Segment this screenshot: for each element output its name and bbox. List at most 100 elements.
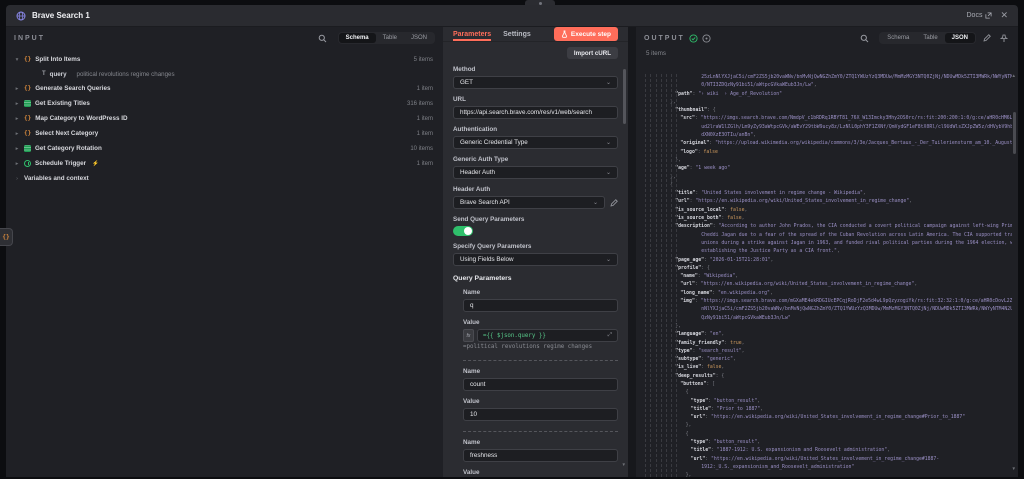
- import-curl-button[interactable]: Import cURL: [566, 47, 618, 59]
- output-search-icon[interactable]: [858, 32, 870, 44]
- generic-auth-type-select[interactable]: Header Auth ⌄: [453, 166, 618, 179]
- method-select[interactable]: GET ⌄: [453, 76, 618, 89]
- input-tree-field[interactable]: Tquery political revolutions regime chang…: [14, 67, 435, 81]
- output-code-line: unions during a strike against Jagan in …: [701, 240, 1012, 246]
- output-code-line: "title": "1887-1912: U.S. expansionism a…: [690, 448, 891, 454]
- output-code-line: },: [670, 99, 676, 105]
- param2-value-label: Value: [463, 398, 480, 405]
- output-code-line: "family_friendly": true,: [675, 340, 745, 346]
- output-panel-header: OUTPUT Schema Table JSON: [636, 27, 1018, 48]
- param2-name-value: count: [470, 381, 486, 388]
- send-query-params-label: Send Query Parameters: [453, 216, 525, 223]
- output-code-line: dXN0XzE3OTIu/anBn",: [701, 133, 757, 139]
- expression-preview: =political revolutions regime changes: [463, 344, 593, 350]
- output-code-line: },: [685, 423, 692, 429]
- chevron-down-icon[interactable]: ▾: [14, 57, 20, 63]
- scroll-up-icon[interactable]: ▲: [1012, 73, 1016, 79]
- run-info-icon[interactable]: [702, 33, 711, 43]
- credential-select[interactable]: Brave Search API ⌄: [453, 196, 605, 209]
- indent-guide: [666, 74, 667, 477]
- send-query-params-toggle[interactable]: [453, 226, 473, 236]
- output-mode-table[interactable]: Table: [916, 33, 944, 43]
- expression-toggle[interactable]: fx: [463, 329, 474, 342]
- chevron-right-icon[interactable]: ▸: [14, 101, 20, 107]
- input-tree-node[interactable]: ▸ Schedule Trigger ⚡ 1 item: [14, 156, 435, 171]
- docs-link[interactable]: Docs: [967, 12, 993, 19]
- edit-output-icon[interactable]: [981, 32, 993, 44]
- scroll-down-icon[interactable]: ▼: [1012, 466, 1016, 472]
- output-code-line: "url": "https://en.wikipedia.org/wiki/Un…: [690, 456, 940, 462]
- pin-data-icon[interactable]: [998, 32, 1010, 44]
- output-code-line: },: [685, 473, 692, 477]
- node-detail-view: Brave Search 1 Docs ✕ INPUT Schema Table…: [0, 0, 1024, 479]
- chevron-right-icon[interactable]: ▸: [14, 86, 20, 92]
- output-code-line: "src": "https://imgs.search.brave.com/Nm…: [680, 116, 1012, 122]
- input-tree-node[interactable]: ▸ {} Map Category to WordPress ID 1 item: [14, 111, 435, 126]
- input-search-icon[interactable]: [317, 32, 329, 44]
- param1-value-input[interactable]: ={{ $json.query }} ⤢: [477, 329, 618, 342]
- scroll-down-icon[interactable]: ▼: [622, 462, 626, 468]
- execute-step-label: Execute step: [570, 30, 611, 38]
- param2-value-input[interactable]: 10: [463, 408, 618, 421]
- params-scrollbar[interactable]: [623, 69, 626, 124]
- output-code-line: Cheddi Jagan due to a fear of the spread…: [701, 232, 1012, 238]
- run-success-icon: [689, 33, 698, 43]
- indent-guide: [660, 74, 662, 477]
- generic-auth-type-value: Header Auth: [460, 169, 496, 176]
- output-code-line: "page_age": "2026-01-15T21:28:01",: [675, 257, 774, 263]
- execute-step-button[interactable]: Execute step: [553, 27, 618, 41]
- tab-settings[interactable]: Settings: [503, 27, 531, 41]
- output-code-line: },: [675, 157, 681, 163]
- output-code-line: "buttons": [: [680, 381, 716, 387]
- edit-credential-icon[interactable]: [610, 198, 618, 207]
- input-tree-node[interactable]: ▸ {} Select Next Category 1 item: [14, 126, 435, 141]
- input-view-mode-switch: Schema Table JSON: [337, 32, 435, 44]
- chevron-right-icon[interactable]: ▸: [14, 146, 20, 152]
- sheets-icon: [24, 145, 31, 152]
- output-mode-json[interactable]: JSON: [944, 33, 975, 43]
- url-value: https://api.search.brave.com/res/v1/web/…: [460, 109, 592, 116]
- chevron-right-icon[interactable]: ▸: [14, 116, 20, 122]
- panel-resize-gutter[interactable]: [628, 27, 636, 477]
- chevron-right-icon[interactable]: ›: [14, 176, 20, 182]
- specify-query-params-select[interactable]: Using Fields Below ⌄: [453, 253, 618, 266]
- chevron-down-icon: ⌄: [592, 200, 598, 206]
- input-tree-node[interactable]: ▸ Get Existing Titles 316 items: [14, 96, 435, 111]
- output-code-line: {: [685, 431, 689, 437]
- close-icon[interactable]: ✕: [1000, 10, 1008, 21]
- output-code-line: 1912:_U.S._expansionism_and_Roosevelt_ad…: [701, 464, 855, 470]
- output-scrollbar[interactable]: [1013, 112, 1016, 154]
- expand-expression-icon[interactable]: ⤢: [608, 332, 612, 339]
- chevron-right-icon[interactable]: ▸: [14, 131, 20, 137]
- url-input[interactable]: https://api.search.brave.com/res/v1/web/…: [453, 106, 618, 119]
- authentication-select[interactable]: Generic Credential Type ⌄: [453, 136, 618, 149]
- method-value: GET: [460, 79, 473, 86]
- output-code-line: ud2lraW1lZGlh/Lm9yZy93aWtpcGVk/aWEvY29tb…: [701, 124, 1012, 130]
- output-code-line: {: [685, 390, 689, 396]
- input-mode-table[interactable]: Table: [376, 33, 404, 43]
- param3-name-input[interactable]: freshness: [463, 449, 618, 462]
- parameters-panel: Parameters Settings Execute step Import …: [443, 27, 628, 477]
- output-code-line: "url": "https://en.wikipedia.org/wiki/Un…: [690, 415, 966, 421]
- collapsed-panel-badge[interactable]: {}: [0, 228, 13, 246]
- chevron-right-icon[interactable]: ▸: [14, 161, 20, 167]
- input-tree-node[interactable]: ▸ Get Category Rotation 10 items: [14, 141, 435, 156]
- input-tree-node[interactable]: ▾ {} Split Into Items 5 items: [14, 52, 435, 67]
- tab-parameters[interactable]: Parameters: [453, 27, 491, 41]
- input-mode-schema[interactable]: Schema: [338, 33, 376, 43]
- chevron-down-icon: ⌄: [605, 80, 611, 86]
- specify-query-params-label: Specify Query Parameters: [453, 243, 532, 250]
- code-icon: {}: [24, 85, 32, 92]
- output-mode-schema[interactable]: Schema: [880, 33, 916, 43]
- indent-guide: [655, 74, 657, 477]
- output-code-line: QzNy91bi51/aWtpcGVkaWEub3Jn/Lw": [701, 315, 791, 321]
- output-code-line: "original": "https://upload.wikimedia.or…: [680, 141, 1012, 147]
- output-code-line: "description": "According to author John…: [675, 224, 1012, 230]
- param1-name-input[interactable]: q: [463, 299, 618, 312]
- trigger-bolt-icon: ⚡: [92, 160, 99, 167]
- input-tree-node[interactable]: ▸ {} Generate Search Queries 1 item: [14, 81, 435, 96]
- item-count: 1 item: [416, 85, 433, 92]
- input-tree-node[interactable]: › Variables and context: [14, 171, 435, 186]
- input-mode-json[interactable]: JSON: [404, 33, 434, 43]
- param2-name-input[interactable]: count: [463, 378, 618, 391]
